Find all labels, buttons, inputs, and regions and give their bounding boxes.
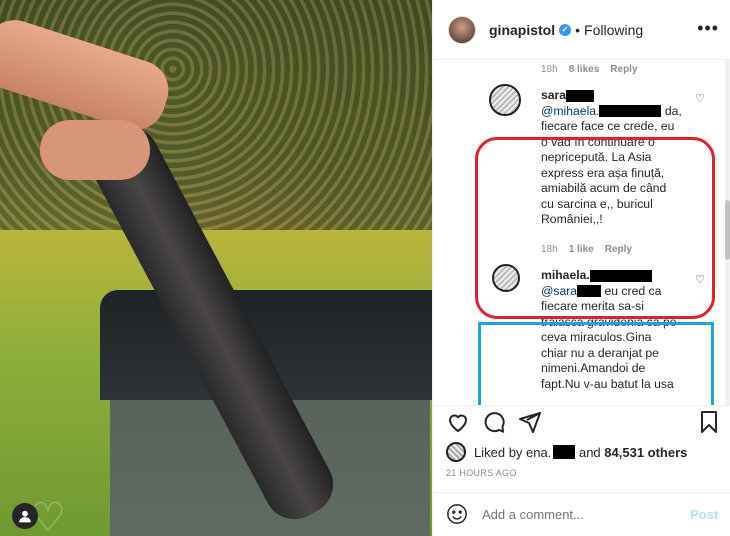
verified-icon: ✓ — [559, 23, 572, 36]
like-small-icon[interactable]: ♡ — [695, 92, 705, 105]
liked-by-avatar[interactable] — [446, 442, 466, 462]
post-actions: Liked by ena. and 84,531 others 21 HOURS… — [432, 405, 730, 533]
prev-comment-meta: 18h 8 likes Reply — [541, 64, 649, 75]
add-comment-input[interactable] — [482, 506, 672, 522]
comment-icon[interactable] — [482, 410, 506, 434]
post-button[interactable]: Post — [690, 507, 718, 522]
reply-username-sara[interactable]: sara — [541, 88, 566, 102]
reply-text-line-1: da, — [661, 103, 682, 118]
prev-comment-reply[interactable]: Reply — [610, 64, 637, 75]
reply-mention-mihaela[interactable]: @mihaela. — [541, 104, 599, 118]
post-time-ago[interactable]: 21 HOURS AGO — [446, 468, 517, 478]
following-button[interactable]: Following — [584, 22, 643, 38]
highlight-box-red — [475, 137, 715, 319]
comments-list: 18h 8 likes Reply sara @mihaela. da, fieca… — [433, 60, 730, 405]
post-photo[interactable]: ♡ — [0, 0, 432, 536]
liked-by-user[interactable]: ena. — [526, 445, 551, 460]
highlight-box-blue — [478, 322, 714, 405]
liked-by-count[interactable]: 84,531 others — [604, 445, 687, 460]
author-username[interactable]: ginapistol — [489, 22, 555, 38]
photo-hand — [40, 120, 150, 180]
heart-icon[interactable] — [446, 410, 470, 434]
user-tag-icon[interactable] — [12, 503, 38, 529]
author-avatar[interactable] — [448, 15, 476, 44]
redacted-name — [566, 89, 595, 102]
post-header: ginapistol ✓ • Following ••• — [433, 0, 730, 60]
more-options-icon[interactable]: ••• — [697, 18, 719, 39]
header-separator: • — [575, 21, 581, 38]
share-icon[interactable] — [518, 410, 542, 434]
reply-avatar-sara[interactable] — [489, 84, 521, 116]
liked-by-row: Liked by ena. and 84,531 others — [446, 442, 687, 462]
redacted-name — [599, 105, 662, 118]
add-comment-bar: Post — [432, 492, 730, 535]
bookmark-icon[interactable] — [697, 410, 721, 434]
reply-text-line: fiecare face ce crede, eu — [541, 119, 675, 133]
emoji-icon[interactable] — [446, 503, 468, 525]
scrollbar-thumb[interactable] — [725, 200, 730, 260]
prev-comment-likes[interactable]: 8 likes — [569, 64, 600, 75]
liked-by-and: and — [575, 444, 605, 460]
comments-scrollbar[interactable] — [725, 60, 730, 405]
liked-by-prefix: Liked by — [474, 444, 523, 460]
redacted-name — [553, 445, 576, 459]
prev-comment-time: 18h — [541, 64, 558, 75]
